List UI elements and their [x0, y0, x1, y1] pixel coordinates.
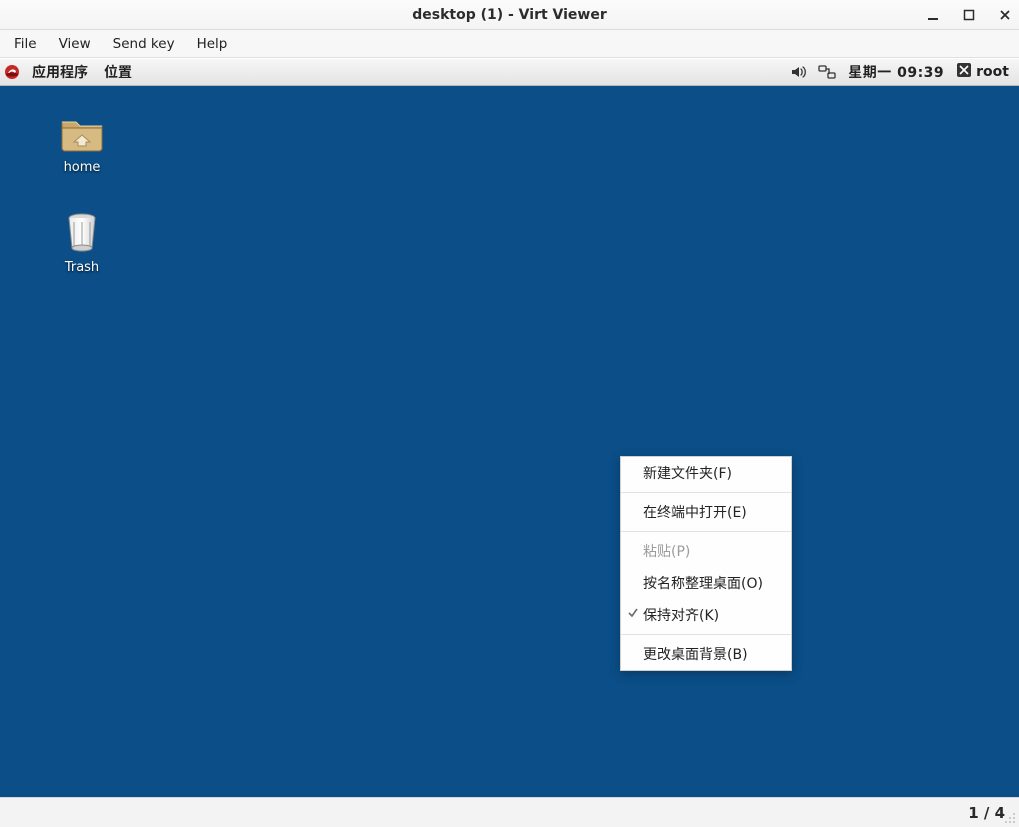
ctx-paste-label: 粘贴(P)	[643, 544, 690, 560]
desktop-icon-trash[interactable]: Trash	[42, 208, 122, 275]
network-icon[interactable]	[812, 64, 842, 80]
maximize-button[interactable]	[961, 7, 977, 23]
user-badge-icon	[956, 62, 972, 82]
window-controls	[925, 0, 1013, 30]
ctx-separator	[621, 492, 791, 493]
desktop-icon-home-label: home	[42, 160, 122, 175]
fedora-hat-icon	[4, 64, 20, 80]
ctx-separator	[621, 634, 791, 635]
menubar-view[interactable]: View	[49, 33, 101, 55]
trash-icon	[58, 208, 106, 256]
ctx-open-terminal[interactable]: 在终端中打开(E)	[621, 496, 791, 528]
menubar-help[interactable]: Help	[187, 33, 238, 55]
ctx-change-background-label: 更改桌面背景(B)	[643, 647, 748, 663]
ctx-new-folder[interactable]: 新建文件夹(F)	[621, 457, 791, 489]
panel-user-label: root	[976, 64, 1009, 80]
guest-desktop: 应用程序 位置 星期一 09:39 root home	[0, 58, 1019, 797]
ctx-keep-aligned-label: 保持对齐(K)	[643, 608, 719, 624]
panel-places[interactable]: 位置	[96, 60, 140, 84]
page-indicator: 1 / 4	[968, 804, 1005, 822]
ctx-change-background[interactable]: 更改桌面背景(B)	[621, 638, 791, 670]
ctx-keep-aligned[interactable]: 保持对齐(K)	[621, 599, 791, 631]
ctx-open-terminal-label: 在终端中打开(E)	[643, 505, 747, 521]
desktop-icon-home[interactable]: home	[42, 108, 122, 175]
window-title: desktop (1) - Virt Viewer	[412, 7, 607, 23]
gnome-panel: 应用程序 位置 星期一 09:39 root	[0, 58, 1019, 86]
resize-grip-icon[interactable]	[1003, 811, 1017, 825]
ctx-separator	[621, 531, 791, 532]
close-button[interactable]	[997, 7, 1013, 23]
folder-home-icon	[58, 108, 106, 156]
panel-clock[interactable]: 星期一 09:39	[842, 62, 950, 82]
panel-applications[interactable]: 应用程序	[24, 60, 96, 84]
window-titlebar: desktop (1) - Virt Viewer	[0, 0, 1019, 30]
statusbar: 1 / 4	[0, 797, 1019, 827]
panel-user[interactable]: root	[950, 62, 1015, 82]
ctx-organize-by-name-label: 按名称整理桌面(O)	[643, 576, 763, 592]
ctx-paste: 粘贴(P)	[621, 535, 791, 567]
check-icon	[627, 607, 639, 619]
desktop-icon-trash-label: Trash	[42, 260, 122, 275]
menubar: File View Send key Help	[0, 30, 1019, 58]
ctx-new-folder-label: 新建文件夹(F)	[643, 466, 732, 482]
menubar-file[interactable]: File	[4, 33, 47, 55]
desktop-context-menu: 新建文件夹(F) 在终端中打开(E) 粘贴(P) 按名称整理桌面(O) 保持对齐…	[620, 456, 792, 671]
volume-icon[interactable]	[784, 64, 812, 80]
ctx-organize-by-name[interactable]: 按名称整理桌面(O)	[621, 567, 791, 599]
desktop-wallpaper[interactable]: home Trash 新建文件夹(F	[0, 86, 1019, 797]
menubar-sendkey[interactable]: Send key	[103, 33, 185, 55]
minimize-button[interactable]	[925, 7, 941, 23]
